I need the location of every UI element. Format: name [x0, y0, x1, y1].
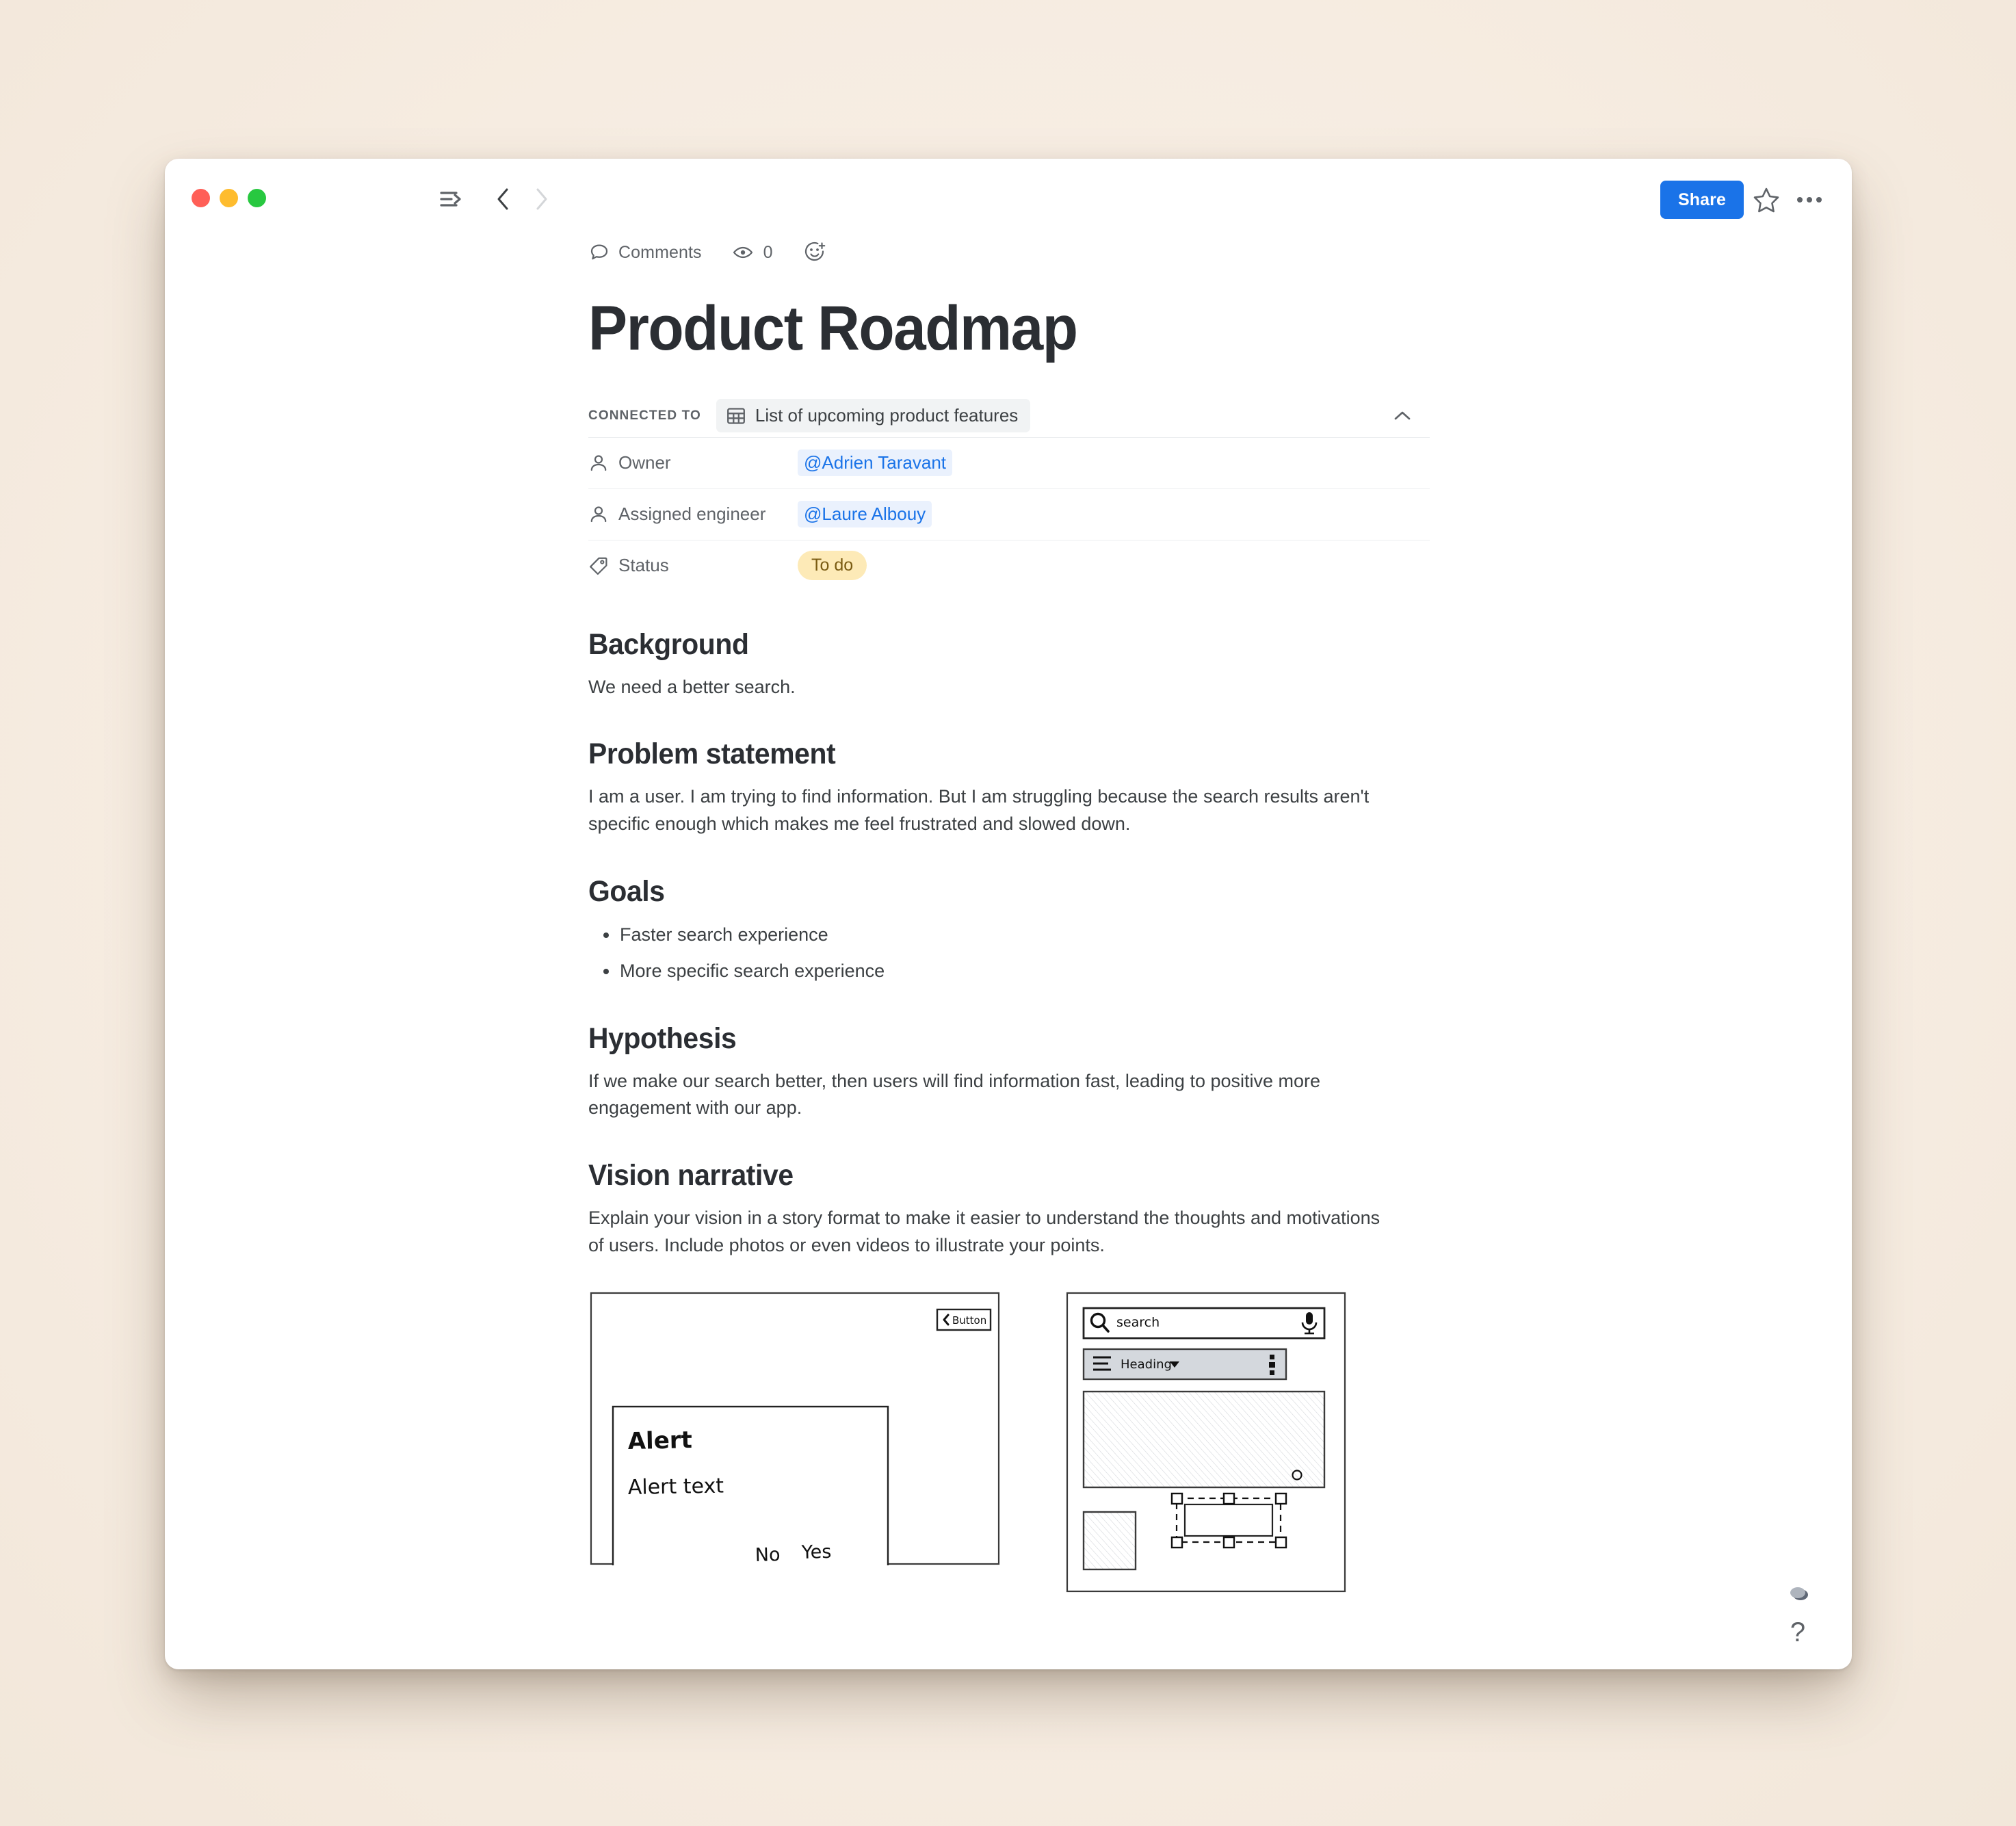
chevron-left-icon[interactable]: [490, 185, 517, 213]
section-heading: Goals: [588, 874, 665, 908]
comments-label: Comments: [618, 242, 702, 262]
section-hypothesis: Hypothesis If we make our search better,…: [588, 1022, 1430, 1122]
person-icon: [588, 453, 618, 473]
star-outline-icon[interactable]: [1751, 185, 1781, 215]
person-icon: [588, 504, 618, 525]
ellipsis-horizontal-icon[interactable]: [1793, 185, 1826, 215]
table-grid-icon: [726, 406, 746, 426]
app-window: Share Comments 0 Product Roadmap CONNECT…: [165, 159, 1852, 1669]
section-heading: Background: [588, 627, 749, 661]
connected-source-name: List of upcoming product features: [755, 405, 1019, 426]
section-goals: Goals Faster search experience More spec…: [588, 875, 1430, 985]
section-heading: Vision narrative: [588, 1159, 794, 1192]
window-maximize-button[interactable]: [248, 189, 266, 207]
search-screen-wireframe[interactable]: search Heading: [1066, 1292, 1346, 1593]
tag-icon: [588, 556, 618, 576]
goals-list: Faster search experience More specific s…: [588, 921, 1430, 985]
property-row-status[interactable]: Status To do: [588, 539, 1430, 591]
section-problem-statement: Problem statement I am a user. I am tryi…: [588, 738, 1430, 837]
wireframe-alert-text: Alert text: [628, 1474, 724, 1500]
section-paragraph[interactable]: Explain your vision in a story format to…: [588, 1205, 1392, 1259]
property-label: Assigned engineer: [618, 504, 766, 525]
property-row-assigned-engineer[interactable]: Assigned engineer @Laure Albouy: [588, 488, 1430, 540]
sidebar-expand-icon[interactable]: [436, 186, 467, 212]
wireframe-search-placeholder: search: [1116, 1315, 1160, 1330]
window-close-button[interactable]: [192, 189, 210, 207]
connected-to-row: CONNECTED TO List of upcoming product fe…: [588, 395, 1430, 437]
list-item[interactable]: More specific search experience: [588, 957, 1430, 985]
share-button[interactable]: Share: [1660, 181, 1744, 219]
section-paragraph[interactable]: If we make our search better, then users…: [588, 1068, 1392, 1122]
section-heading: Problem statement: [588, 738, 836, 771]
views-count: 0: [763, 242, 773, 262]
comments-button[interactable]: Comments: [588, 242, 702, 263]
connected-to-label: CONNECTED TO: [588, 408, 701, 423]
wireframe-heading-label: Heading: [1121, 1357, 1172, 1372]
wireframe-alert-title: Alert: [627, 1427, 692, 1456]
section-paragraph[interactable]: We need a better search.: [588, 674, 1392, 701]
list-item[interactable]: Faster search experience: [588, 921, 1430, 949]
eye-icon: [732, 242, 754, 263]
status-badge[interactable]: To do: [798, 551, 867, 581]
page-title[interactable]: Product Roadmap: [588, 296, 1371, 362]
connected-source-chip[interactable]: List of upcoming product features: [716, 399, 1031, 433]
owner-mention[interactable]: @Adrien Taravant: [798, 449, 953, 477]
add-reaction-icon[interactable]: [803, 241, 826, 264]
document-meta-bar: Comments 0: [588, 234, 1430, 271]
chevron-up-icon[interactable]: [1390, 404, 1415, 429]
window-minimize-button[interactable]: [220, 189, 238, 207]
alert-dialog-wireframe[interactable]: Button Alert Alert text No Yes: [590, 1292, 1000, 1566]
section-vision-narrative: Vision narrative Explain your vision in …: [588, 1159, 1430, 1259]
views-counter[interactable]: 0: [732, 242, 773, 263]
section-background: Background We need a better search.: [588, 628, 1430, 701]
status-orb-icon[interactable]: [1788, 1584, 1811, 1602]
property-label: Owner: [618, 452, 671, 473]
wireframe-gallery: Button Alert Alert text No Yes search He…: [588, 1292, 1430, 1593]
assigned-engineer-mention[interactable]: @Laure Albouy: [798, 501, 932, 528]
wireframe-no-label: No: [755, 1545, 781, 1566]
comment-bubble-icon: [588, 242, 610, 263]
help-button[interactable]: ?: [1784, 1616, 1811, 1649]
wireframe-button-label: Button: [952, 1314, 986, 1327]
vertical-dots-icon: [1269, 1355, 1275, 1376]
property-row-owner[interactable]: Owner @Adrien Taravant: [588, 436, 1430, 488]
wireframe-yes-label: Yes: [800, 1541, 831, 1563]
document-body: Comments 0 Product Roadmap CONNECTED TO …: [588, 234, 1430, 1593]
property-label: Status: [618, 555, 669, 576]
section-paragraph[interactable]: I am a user. I am trying to find informa…: [588, 783, 1392, 837]
chevron-right-icon[interactable]: [527, 185, 555, 213]
section-heading: Hypothesis: [588, 1021, 737, 1055]
title-bar: Share: [165, 159, 1852, 234]
